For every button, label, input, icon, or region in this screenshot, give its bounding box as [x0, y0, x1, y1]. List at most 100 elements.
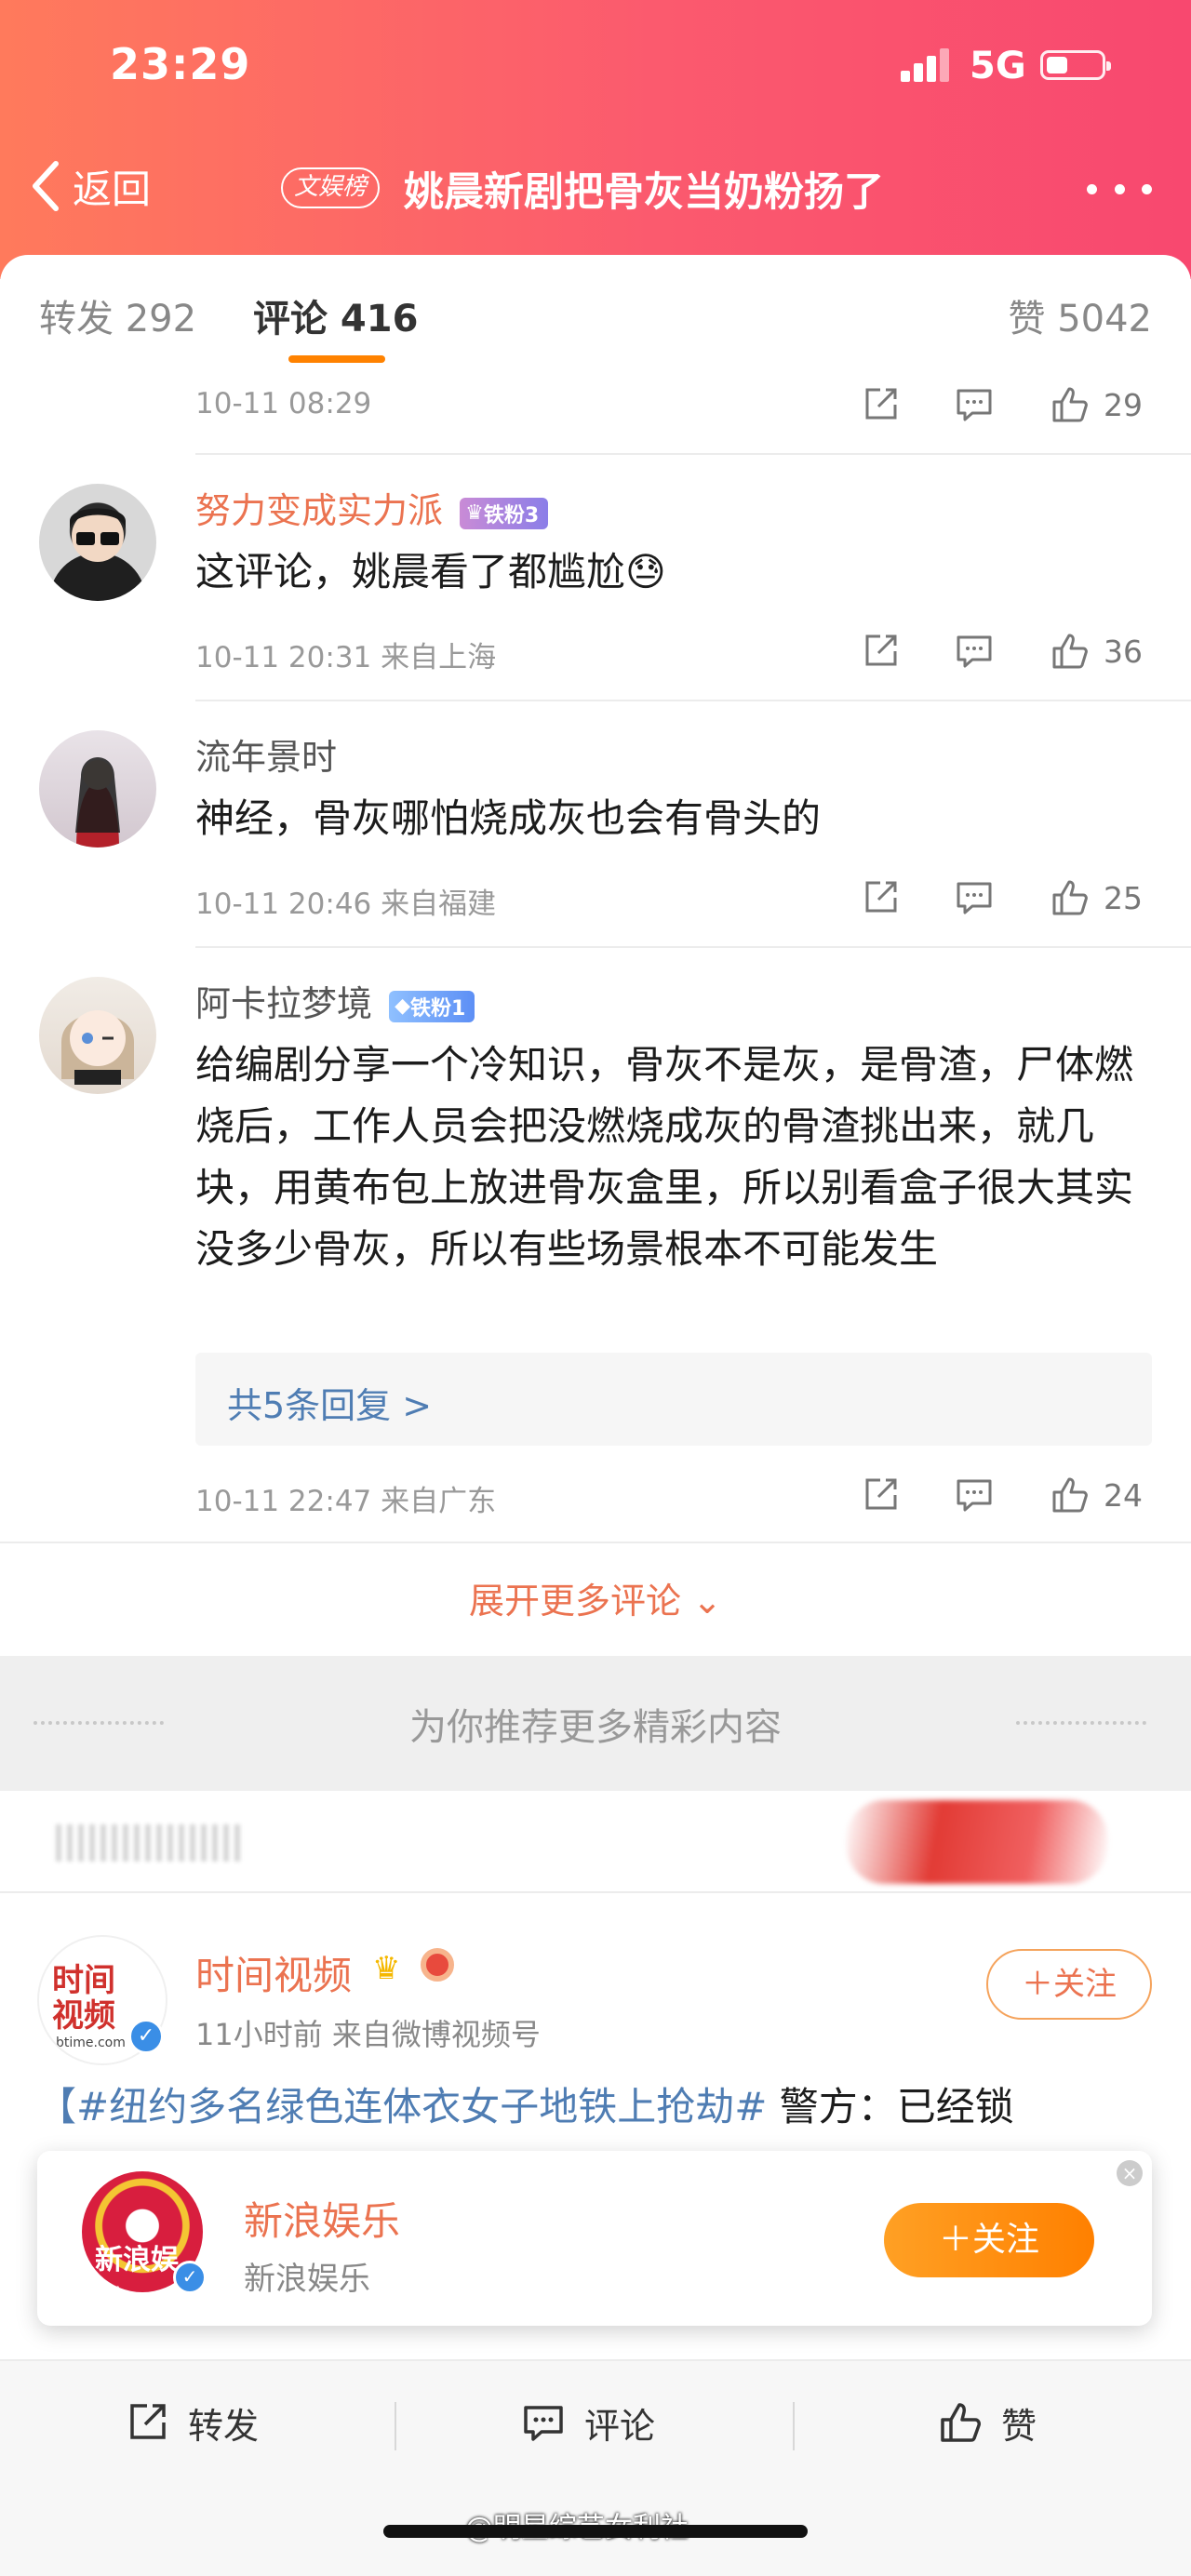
comment-icon [957, 1479, 992, 1512]
divider [195, 700, 1191, 701]
like-count: 29 [1104, 386, 1143, 423]
post-hashtag[interactable]: 【#纽约多名绿色连体衣女子地铁上抢劫# [37, 2084, 767, 2129]
divider [0, 1542, 1191, 1543]
page-title: 姚晨新剧把骨灰当奶粉扬了 [404, 169, 884, 216]
nav-bar: 返回 文娱榜 姚晨新剧把骨灰当奶粉扬了 [0, 149, 1191, 223]
location-badge-icon [421, 1948, 454, 1982]
post-author[interactable]: 时间视频 [195, 1944, 352, 2001]
like-count: 25 [1104, 879, 1143, 916]
like-button[interactable]: 24 [1050, 1472, 1143, 1518]
close-icon[interactable]: × [1117, 2160, 1143, 2186]
home-indicator [383, 2525, 808, 2538]
tab-repost[interactable]: 转发 292 [39, 288, 196, 342]
topic-badge[interactable]: 文娱榜 [281, 167, 381, 208]
divider [195, 946, 1191, 948]
follow-suggestion-card: 新浪娱乐 ✓ 新浪娱乐 新浪娱乐 ＋关注 × [37, 2151, 1152, 2326]
comment-meta: 10-11 20:46 来自福建 25 [195, 874, 1154, 922]
comment-time: 10-11 20:46 来自福建 [195, 888, 497, 921]
fan-badge-label: 铁粉3 [483, 503, 540, 527]
blurred-image [847, 1800, 1107, 1884]
comment-button[interactable] [954, 1472, 995, 1518]
tab-comment[interactable]: 评论 416 [253, 288, 418, 342]
card-subtitle: 新浪娱乐 [244, 2261, 370, 2298]
comment-label: 评论 [584, 2405, 656, 2447]
comment-username[interactable]: 流年景时 [195, 728, 337, 780]
share-icon [865, 881, 897, 913]
repost-label: 转发 [188, 2405, 260, 2447]
comment-button[interactable] [954, 628, 995, 674]
fan-badge: ♛ 铁粉3 [460, 497, 549, 529]
reply-summary[interactable]: 共5条回复 > [195, 1353, 1152, 1446]
thumbs-up-icon [941, 2403, 981, 2442]
like-action-button[interactable]: 赞 [938, 2395, 1037, 2450]
back-label: 返回 [73, 166, 152, 212]
post-avatar-logo-line: 时间 [52, 1962, 115, 1999]
recommend-title: 为你推荐更多精彩内容 [409, 1706, 782, 1749]
comment-icon [957, 635, 992, 668]
comment-text: 这评论，姚晨看了都尴尬😓 [195, 549, 666, 594]
comment-time: 10-11 22:47 来自广东 [195, 1485, 497, 1518]
chevron-left-icon [33, 161, 59, 211]
tab-like[interactable]: 赞 5042 [1008, 288, 1152, 342]
comment-action-button[interactable]: 评论 [521, 2395, 655, 2450]
blurred-text [56, 1824, 242, 1862]
more-dots-icon[interactable] [1087, 175, 1152, 203]
like-count: 24 [1104, 1476, 1143, 1514]
comment-meta: 10-11 20:31 来自上海 36 [195, 628, 1154, 675]
share-button[interactable] [860, 628, 901, 674]
recommend-banner: 为你推荐更多精彩内容 [0, 1656, 1191, 1791]
battery-icon [1040, 50, 1111, 80]
share-icon [865, 634, 897, 666]
like-button[interactable]: 36 [1050, 628, 1143, 674]
tab-active-indicator [288, 355, 385, 363]
post-avatar-logo-line: 视频 [52, 1997, 115, 2035]
comment-button[interactable] [954, 381, 995, 428]
share-icon [865, 1478, 897, 1510]
avatar[interactable] [39, 730, 156, 848]
comment-meta: 10-11 22:47 来自广东 24 [195, 1472, 1154, 1519]
share-icon [130, 2404, 166, 2439]
back-button[interactable]: 返回 [28, 156, 151, 216]
share-icon [865, 388, 897, 420]
verified-icon: ✓ [173, 2261, 207, 2294]
crown-icon: ♛ [372, 1950, 401, 1987]
avatar[interactable] [39, 977, 156, 1094]
status-bar: 23:29 5G [0, 0, 1191, 130]
share-button[interactable] [860, 874, 901, 921]
blurred-ad-row [0, 1791, 1191, 1893]
replies-link[interactable]: 共5条回复 > [227, 1377, 432, 1428]
comment-time: 10-11 20:31 来自上海 [195, 641, 497, 674]
comment-button[interactable] [954, 874, 995, 921]
tab-bar: 转发 292 评论 416 赞 5042 [0, 255, 1191, 371]
repost-button[interactable]: 转发 [125, 2395, 259, 2450]
like-button[interactable]: 29 [1050, 381, 1143, 428]
card-name[interactable]: 新浪娱乐 [244, 2190, 400, 2247]
post-body-text: 警方：已经锁 [767, 2084, 1014, 2129]
like-count: 36 [1104, 633, 1143, 670]
comment-meta: 10-11 08:29 29 [195, 381, 1154, 428]
comment-text: 神经，骨灰哪怕烧成灰也会有骨头的 [195, 795, 822, 841]
share-button[interactable] [860, 381, 901, 428]
comment-text: 给编剧分享一个冷知识，骨灰不是灰，是骨渣，尸体燃烧后，工作人员会把没燃烧成灰的骨… [195, 1042, 1134, 1272]
comment-username[interactable]: 努力变成实力派 ♛ 铁粉3 [195, 482, 549, 533]
like-button[interactable]: 25 [1050, 874, 1143, 921]
fan-badge: ◆ 铁粉1 [389, 990, 475, 1022]
card-follow-button[interactable]: ＋关注 [884, 2203, 1094, 2277]
post-avatar-url: btime.com [56, 2035, 126, 2050]
expand-more-comments[interactable]: 展开更多评论 ⌄ [0, 1572, 1191, 1623]
network-label: 5G [970, 45, 1026, 87]
header: 23:29 5G 返回 文娱榜 姚晨新剧把骨灰当奶粉扬了 [0, 0, 1191, 279]
avatar[interactable] [39, 484, 156, 601]
divider [195, 453, 1191, 455]
follow-button[interactable]: ＋关注 [986, 1949, 1152, 2020]
thumbs-up-icon [1052, 634, 1088, 669]
thumbs-up-icon [1052, 387, 1088, 422]
verified-icon: ✓ [128, 2019, 164, 2054]
divider [395, 2402, 396, 2450]
thumbs-up-icon [1052, 880, 1088, 915]
share-button[interactable] [860, 1472, 901, 1518]
dotted-divider [1016, 1721, 1146, 1725]
fan-badge-label: 铁粉1 [410, 996, 466, 1021]
like-label: 赞 [1001, 2405, 1037, 2447]
comment-username[interactable]: 阿卡拉梦境 ◆ 铁粉1 [195, 975, 475, 1026]
